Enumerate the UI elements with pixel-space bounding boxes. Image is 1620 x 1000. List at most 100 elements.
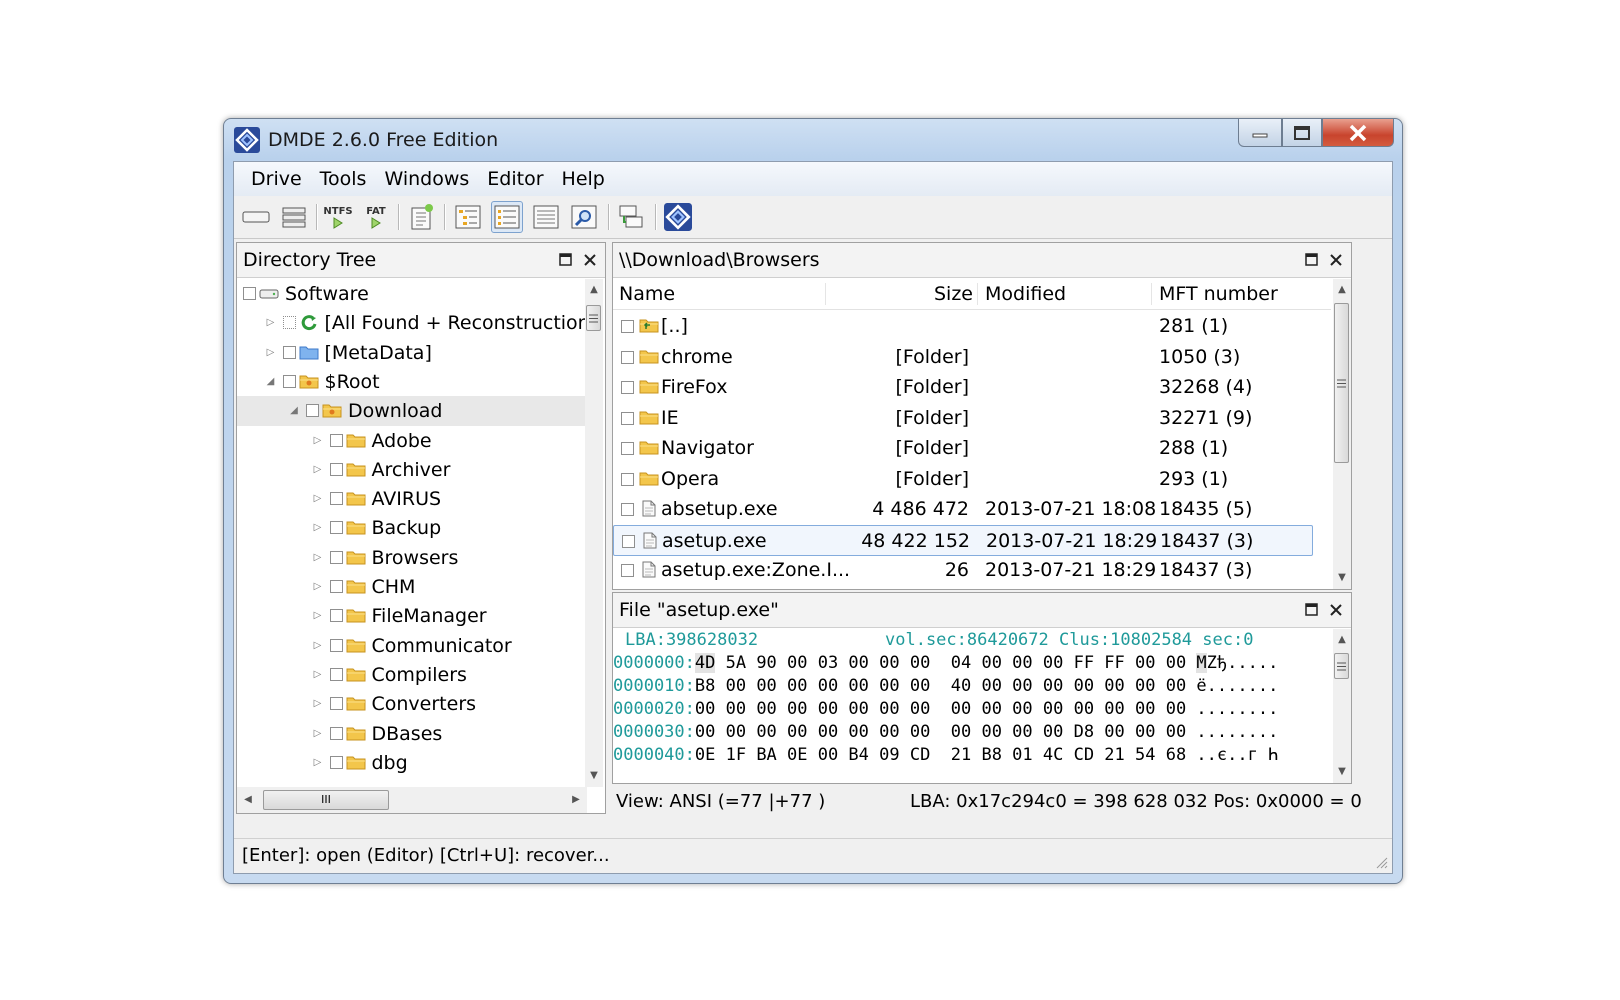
- hex-bytes[interactable]: 00 00 00 00 00 00 00 40 00 00 00 00 00 0…: [715, 676, 1196, 696]
- file-checkbox[interactable]: [622, 534, 635, 548]
- expand-arrow-icon[interactable]: ▷: [312, 689, 324, 719]
- hex-ascii[interactable]: ........: [1196, 722, 1278, 742]
- tree-vscroll[interactable]: ▲ ▼: [585, 279, 603, 787]
- hex-row[interactable]: 0000040:0E 1F BA 0E 00 B4 09 CD 21 B8 01…: [613, 744, 1278, 767]
- scroll-left-arrow-icon[interactable]: ◀: [239, 791, 257, 809]
- file-row[interactable]: IE [Folder] 32271 (9): [613, 403, 1313, 434]
- hex-ascii[interactable]: MZђ.....: [1196, 653, 1278, 673]
- tree-hscroll[interactable]: ◀ III ▶: [237, 787, 587, 813]
- file-row[interactable]: chrome [Folder] 1050 (3): [613, 342, 1313, 373]
- file-row[interactable]: [..] 281 (1): [613, 311, 1313, 342]
- about-button[interactable]: [662, 201, 694, 233]
- col-mft-number[interactable]: MFT number: [1159, 279, 1278, 309]
- hex-byte[interactable]: 00: [695, 722, 715, 742]
- scroll-right-arrow-icon[interactable]: ▶: [567, 791, 585, 809]
- tree-item[interactable]: ▷ dbg: [237, 748, 585, 778]
- col-modified[interactable]: Modified: [985, 279, 1066, 309]
- tree-checkbox[interactable]: [329, 580, 343, 593]
- fat-open-button[interactable]: FAT: [360, 201, 392, 233]
- file-checkbox[interactable]: [621, 320, 634, 333]
- hex-vscroll[interactable]: ▲ ▼: [1333, 629, 1351, 783]
- file-checkbox[interactable]: [621, 350, 634, 364]
- file-row[interactable]: asetup.exe 48 422 152 2013-07-21 18:29 1843…: [613, 524, 1313, 556]
- title-bar[interactable]: DMDE 2.6.0 Free Edition: [224, 119, 1402, 161]
- expand-arrow-icon[interactable]: ▷: [312, 543, 324, 573]
- hex-ascii[interactable]: ..є..г Һ: [1196, 745, 1278, 765]
- collapse-arrow-icon[interactable]: ◢: [265, 367, 277, 397]
- menu-windows[interactable]: Windows: [375, 168, 478, 190]
- hex-byte[interactable]: 4D: [694, 653, 716, 673]
- scroll-down-arrow-icon[interactable]: ▼: [585, 767, 603, 785]
- tree-item[interactable]: ▷ Converters: [237, 689, 585, 719]
- tree-checkbox[interactable]: [329, 755, 343, 769]
- tree-checkbox[interactable]: [329, 697, 343, 711]
- file-row[interactable]: absetup.exe 4 486 472 2013-07-21 18:08 1843…: [613, 494, 1313, 525]
- file-row[interactable]: asetup.exe:Zone.I... 26 2013-07-21 18:29 18…: [613, 555, 1313, 586]
- hex-row[interactable]: 0000020:00 00 00 00 00 00 00 00 00 00 00…: [613, 698, 1278, 721]
- tree-item[interactable]: ▷ Archiver: [237, 455, 585, 485]
- tree-checkbox[interactable]: [282, 345, 296, 359]
- scroll-up-arrow-icon[interactable]: ▲: [585, 281, 603, 299]
- tree-item[interactable]: ▷ AVIRUS: [237, 484, 585, 514]
- file-row[interactable]: Opera [Folder] 293 (1): [613, 464, 1313, 495]
- tree-checkbox[interactable]: [329, 433, 343, 447]
- tree-item[interactable]: ▷ CHM: [237, 572, 585, 602]
- tree-item[interactable]: ▷ Browsers: [237, 543, 585, 573]
- menu-editor[interactable]: Editor: [478, 168, 552, 190]
- scroll-thumb[interactable]: [1334, 653, 1349, 679]
- expand-arrow-icon[interactable]: ▷: [312, 601, 324, 631]
- minimize-button[interactable]: [1238, 119, 1282, 147]
- tree-checkbox[interactable]: [329, 726, 343, 740]
- list-view-button[interactable]: [491, 201, 523, 233]
- tree-item[interactable]: ▷ FileManager: [237, 601, 585, 631]
- tree-checkbox[interactable]: [282, 374, 296, 388]
- hex-row[interactable]: 0000000:4D 5A 90 00 03 00 00 00 04 00 00…: [613, 652, 1278, 675]
- tree-item[interactable]: ▷ [All Found + Reconstruction]: [237, 308, 585, 338]
- scroll-up-arrow-icon[interactable]: ▲: [1333, 281, 1351, 299]
- collapse-arrow-icon[interactable]: ◢: [288, 396, 300, 426]
- tree-item[interactable]: Software: [237, 279, 585, 309]
- open-drive-button[interactable]: [240, 201, 272, 233]
- scroll-down-arrow-icon[interactable]: ▼: [1333, 763, 1351, 781]
- hex-bytes[interactable]: 00 00 00 00 00 00 00 00 00 00 00 D8 00 0…: [715, 722, 1196, 742]
- panel-close-icon[interactable]: [1329, 603, 1343, 617]
- file-checkbox[interactable]: [621, 564, 634, 577]
- panel-close-icon[interactable]: [583, 253, 597, 267]
- hex-bytes[interactable]: 1F BA 0E 00 B4 09 CD 21 B8 01 4C CD 21 5…: [715, 745, 1196, 765]
- expand-arrow-icon[interactable]: ▷: [312, 748, 324, 778]
- hex-content[interactable]: LBA:398628032 vol.sec:86420672 Clus:1080…: [613, 629, 1331, 783]
- hex-ascii[interactable]: ё.......: [1196, 676, 1278, 696]
- menu-help[interactable]: Help: [553, 168, 614, 190]
- details-view-button[interactable]: [530, 201, 562, 233]
- close-button[interactable]: [1322, 119, 1394, 147]
- file-row[interactable]: FireFox [Folder] 32268 (4): [613, 372, 1313, 403]
- col-size[interactable]: Size: [827, 279, 973, 309]
- expand-arrow-icon[interactable]: ▷: [265, 338, 277, 368]
- file-checkbox[interactable]: [621, 411, 634, 425]
- scroll-thumb[interactable]: [1334, 303, 1349, 463]
- file-row[interactable]: Navigator [Folder] 288 (1): [613, 433, 1313, 464]
- expand-arrow-icon[interactable]: ▷: [312, 572, 324, 602]
- tree-item[interactable]: ◢ $Root: [237, 367, 585, 397]
- partitions-button[interactable]: [278, 201, 310, 233]
- hex-row[interactable]: 0000010:B8 00 00 00 00 00 00 00 40 00 00…: [613, 675, 1278, 698]
- menu-tools[interactable]: Tools: [311, 168, 376, 190]
- hex-byte[interactable]: 0E: [695, 745, 715, 765]
- resize-grip-icon[interactable]: [1374, 855, 1388, 869]
- tree-item[interactable]: ▷ Adobe: [237, 426, 585, 456]
- expand-arrow-icon[interactable]: ▷: [312, 719, 324, 749]
- tree-checkbox[interactable]: [329, 667, 343, 681]
- file-checkbox[interactable]: [621, 472, 634, 486]
- new-file-button[interactable]: [406, 201, 438, 233]
- file-checkbox[interactable]: [621, 381, 634, 394]
- menu-drive[interactable]: Drive: [242, 168, 311, 190]
- panel-maximize-icon[interactable]: [559, 253, 573, 267]
- panel-close-icon[interactable]: [1329, 253, 1343, 267]
- expand-arrow-icon[interactable]: ▷: [312, 631, 324, 661]
- expand-arrow-icon[interactable]: ▷: [265, 308, 277, 338]
- scroll-up-arrow-icon[interactable]: ▲: [1333, 631, 1351, 649]
- maximize-button[interactable]: [1282, 119, 1322, 147]
- file-checkbox[interactable]: [621, 503, 634, 516]
- tree-item[interactable]: ▷ DBases: [237, 719, 585, 749]
- hex-byte[interactable]: 00: [695, 699, 715, 719]
